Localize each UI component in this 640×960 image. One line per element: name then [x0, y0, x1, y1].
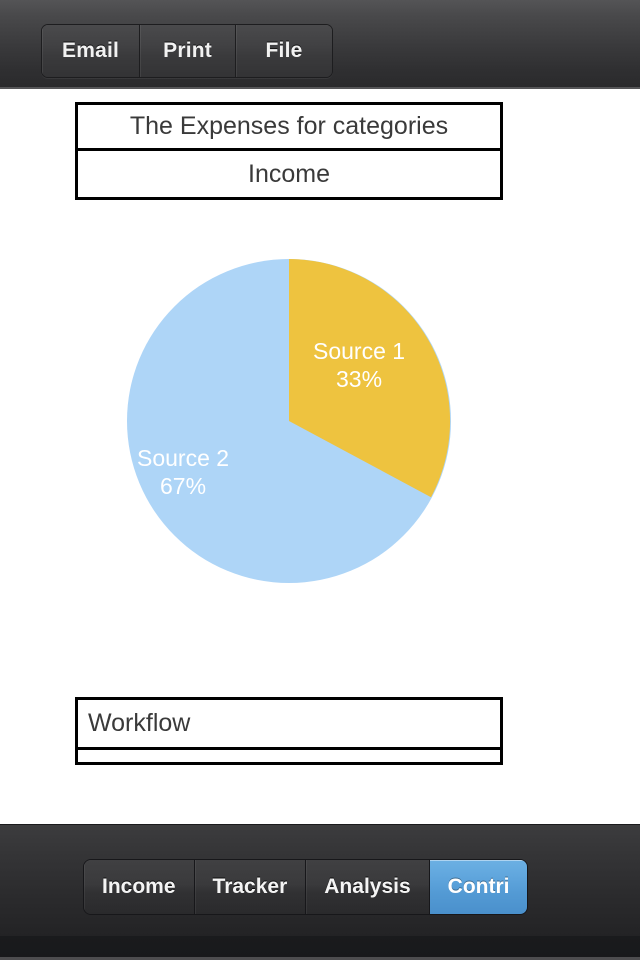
main-content: The Expenses for categories Income Sourc…	[0, 89, 640, 824]
print-button[interactable]: Print	[140, 25, 237, 77]
workflow-table: Workflow	[75, 697, 503, 765]
bottom-footer-strip	[0, 936, 640, 960]
top-segmented-control[interactable]: Email Print File	[41, 24, 334, 78]
pie-label-source-1-name: Source 1	[313, 338, 406, 364]
pie-label-source-1-value: 33%	[336, 366, 383, 393]
top-toolbar: Email Print File	[0, 0, 640, 89]
tab-analysis[interactable]: Analysis	[306, 860, 430, 914]
pie-label-source-2-name: Source 2	[137, 445, 230, 471]
bottom-segmented-control[interactable]: Income Tracker Analysis Contri	[83, 859, 529, 915]
email-button[interactable]: Email	[42, 25, 141, 77]
tab-contri[interactable]: Contri	[429, 860, 528, 914]
bottom-tab-bar: Income Tracker Analysis Contri	[0, 824, 640, 936]
chart-section-label: Income	[248, 159, 330, 188]
table-row-title: The Expenses for categories	[78, 105, 500, 151]
pie-label-source-1: Source 1 33%	[313, 337, 405, 393]
table-row-clipped	[78, 750, 500, 762]
tab-income[interactable]: Income	[84, 860, 195, 914]
pie-label-source-2-value: 67%	[160, 473, 207, 500]
file-button[interactable]: File	[236, 25, 333, 77]
header-table: The Expenses for categories Income	[75, 102, 503, 200]
table-row-workflow: Workflow	[78, 700, 500, 750]
tab-tracker[interactable]: Tracker	[194, 860, 307, 914]
app-root: Email Print File The Expenses for catego…	[0, 0, 640, 960]
pie-chart: Source 1 33% Source 2 67%	[127, 259, 451, 583]
page-title: The Expenses for categories	[129, 112, 449, 140]
table-row-subtitle: Income	[78, 151, 500, 197]
pie-label-source-2: Source 2 67%	[137, 444, 229, 500]
pie-chart-svg	[127, 259, 451, 583]
workflow-label: Workflow	[88, 709, 191, 737]
